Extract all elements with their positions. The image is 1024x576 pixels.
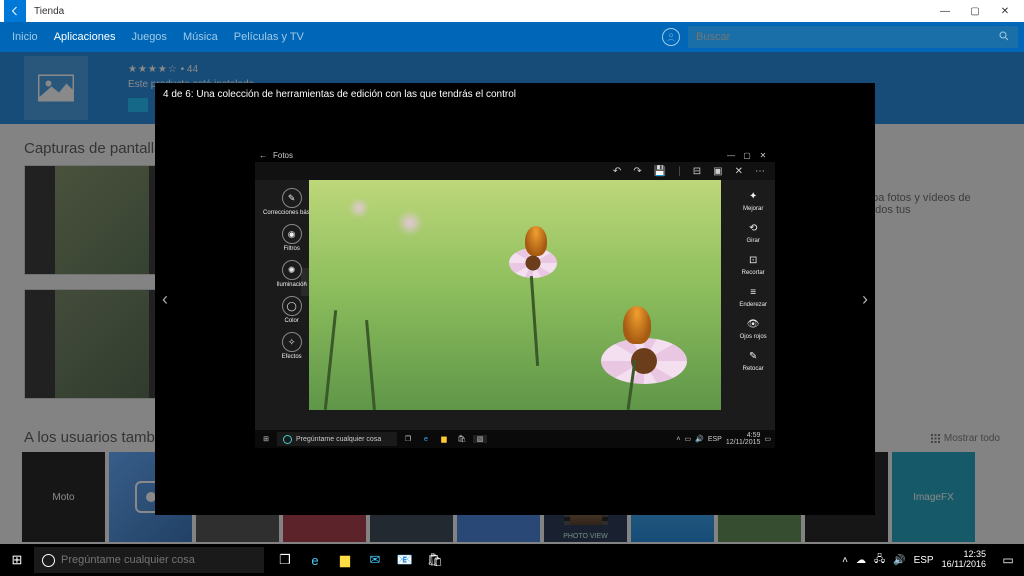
taskbar-pinned: ❐ e ▆ ✉ 📧 🛍 [270,544,450,576]
action-retouch[interactable]: ✎Retocar [743,348,764,372]
photos-minimize[interactable]: — [723,151,739,160]
photos-title: Fotos [273,151,723,160]
edge-icon[interactable]: e [300,544,330,576]
search-box[interactable] [688,26,1018,48]
photos-back-icon[interactable]: ← [259,151,267,160]
inner-taskview-icon[interactable]: ❐ [401,435,415,443]
photos-close[interactable]: ✕ [755,151,771,160]
photos-maximize[interactable]: ▢ [739,151,755,160]
user-account-icon[interactable] [662,28,680,46]
inner-edge-icon[interactable]: e [419,436,433,443]
action-enhance[interactable]: ✦Mejorar [743,188,763,212]
inner-store-icon[interactable]: 🛍 [455,435,469,443]
inner-taskbar: ⊞ Pregúntame cualquier cosa ❐ e ▆ 🛍 ▧ ˄ … [255,430,775,448]
slideshow-icon[interactable]: ▣ [713,166,722,177]
nav-aplicaciones[interactable]: Aplicaciones [54,31,116,43]
close-button[interactable]: ✕ [990,6,1020,17]
tool-lighting[interactable]: ✺Iluminación [277,260,307,288]
search-icon[interactable] [998,30,1010,45]
start-button[interactable]: ⊞ [0,552,34,568]
inner-tray-chevron[interactable]: ˄ [676,436,680,443]
minimize-button[interactable]: — [930,6,960,17]
cortana-search[interactable] [34,547,264,573]
nav-inicio[interactable]: Inicio [12,31,38,43]
more-icon[interactable]: ⋯ [755,166,765,177]
taskbar-clock[interactable]: 12:3516/11/2016 [936,550,992,570]
photo-canvas [309,180,721,410]
mail-icon[interactable]: 📧 [390,544,420,576]
cortana-icon [283,435,292,444]
store-nav: Inicio Aplicaciones Juegos Música Pelícu… [0,22,1024,52]
action-crop[interactable]: ⊡Recortar [742,252,765,276]
tray-lang[interactable]: ESP [914,555,934,566]
tool-filters[interactable]: ◉Filtros [282,224,302,252]
photos-title-bar: ← Fotos — ▢ ✕ [255,148,775,162]
taskview-icon[interactable]: ❐ [270,544,300,576]
tray-volume-icon[interactable]: 🔊 [893,555,905,566]
taskbar: ⊞ ❐ e ▆ ✉ 📧 🛍 ˄ ☁ 🖧 🔊 ESP 12:3516/11/201… [0,544,1024,576]
edit-actions: ✦Mejorar ⟲Girar ⊡Recortar ≡Enderezar 👁Oj… [739,188,767,372]
store-icon[interactable]: 🛍 [420,544,450,576]
save-icon[interactable]: 💾 [654,166,666,177]
inner-tray-lang[interactable]: ESP [708,436,722,443]
inner-tray-volume-icon[interactable]: 🔊 [695,435,704,443]
back-button[interactable] [4,0,26,22]
screenshot-lightbox: 4 de 6: Una colección de herramientas de… [155,83,875,515]
notification-center-icon[interactable]: ▭ [992,553,1024,567]
undo-icon[interactable]: ↶ [613,166,621,177]
inner-start-icon[interactable]: ⊞ [259,435,273,443]
close-edit-icon[interactable]: ✕ [735,166,743,177]
tray-onedrive-icon[interactable]: ☁ [856,555,866,566]
system-tray: ˄ ☁ 🖧 🔊 ESP [842,552,935,569]
inner-photos-icon[interactable]: ▧ [473,435,487,443]
action-rotate[interactable]: ⟲Girar [745,220,761,244]
inner-tray-network-icon[interactable]: ▭ [685,435,692,443]
window-title-bar: Tienda — ▢ ✕ [0,0,1024,22]
lightbox-prev[interactable]: ‹ [155,281,175,317]
cortana-input[interactable] [61,554,256,566]
outlook-icon[interactable]: ✉ [360,544,390,576]
tool-color[interactable]: ◯Color [282,296,302,324]
inner-clock[interactable]: 4:5912/11/2015 [726,432,761,446]
tool-effects[interactable]: ✧Efectos [282,332,302,360]
lightbox-caption: 4 de 6: Una colección de herramientas de… [155,83,875,106]
nav-juegos[interactable]: Juegos [131,31,166,43]
redo-icon[interactable]: ↷ [633,166,641,177]
inner-cortana[interactable]: Pregúntame cualquier cosa [277,432,397,446]
tray-network-icon[interactable]: 🖧 [874,552,885,569]
window-title: Tienda [34,6,930,17]
lightbox-next[interactable]: › [855,281,875,317]
nav-musica[interactable]: Música [183,31,218,43]
compare-icon[interactable]: ⊟ [693,166,701,177]
action-straighten[interactable]: ≡Enderezar [739,284,767,308]
photos-editor-screenshot: ← Fotos — ▢ ✕ ↶ ↷ 💾 | ⊟ ▣ ✕ ⋯ ‹ ✎Correcc… [255,148,775,448]
action-redeye[interactable]: 👁Ojos rojos [740,316,767,340]
nav-peliculas[interactable]: Películas y TV [234,31,304,43]
explorer-icon[interactable]: ▆ [330,544,360,576]
inner-notification-icon[interactable]: ▭ [764,435,771,443]
cortana-icon [42,554,55,567]
search-input[interactable] [696,31,998,43]
photos-toolbar: ↶ ↷ 💾 | ⊟ ▣ ✕ ⋯ [255,162,775,180]
tray-chevron-icon[interactable]: ˄ [842,555,848,566]
inner-explorer-icon[interactable]: ▆ [437,435,451,443]
maximize-button[interactable]: ▢ [960,6,990,17]
